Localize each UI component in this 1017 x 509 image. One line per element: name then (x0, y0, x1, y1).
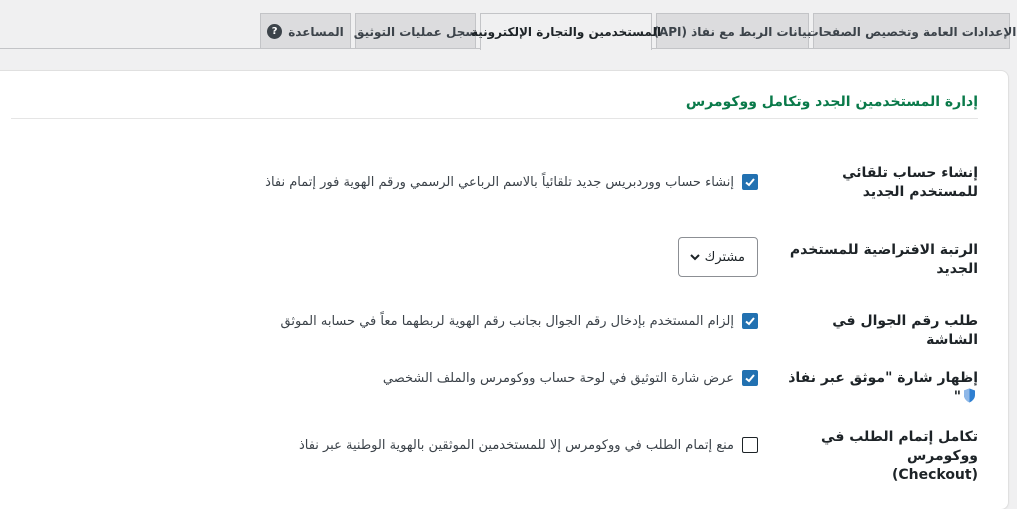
section-divider (11, 118, 978, 119)
require-phone-label: طلب رقم الجوال في الشاشة (832, 313, 978, 348)
check-icon (745, 374, 755, 383)
badge-field[interactable]: عرض شارة التوثيق في لوحة حساب ووكومرس وا… (383, 370, 758, 386)
checkout-label: تكامل إتمام الطلب في ووكومرس (Checkout) (788, 428, 978, 485)
checkout-checkbox-label: منع إتمام الطلب في ووكومرس إلا للمستخدمي… (298, 437, 734, 453)
help-icon: ? (267, 24, 283, 39)
tab-users-ecommerce[interactable]: المستخدمين والتجارة الإلكترونية (471, 13, 661, 50)
tab-api-settings[interactable]: بيانات الربط مع نفاذ (API) (653, 13, 812, 49)
default-role-select[interactable]: مشترك (678, 237, 758, 277)
require-phone-checkbox-label: إلزام المستخدم بإدخال رقم الجوال بجانب ر… (280, 313, 734, 329)
tab-label: الإعدادات العامة وتخصيص الصفحات (806, 24, 1017, 39)
tab-general-settings[interactable]: الإعدادات العامة وتخصيص الصفحات (807, 13, 1016, 49)
tab-label: المستخدمين والتجارة الإلكترونية (471, 25, 661, 39)
check-icon (745, 178, 755, 187)
checkout-label-line2: (Checkout) (891, 467, 978, 483)
chevron-down-icon (690, 254, 700, 261)
tab-label: المساعدة (288, 24, 344, 39)
tab-help[interactable]: المساعدة ? (260, 13, 351, 49)
badge-checkbox[interactable] (742, 370, 758, 386)
default-role-label: الرتبة الافتراضية للمستخدم الجديد (789, 242, 978, 277)
auto-create-checkbox[interactable] (742, 174, 758, 190)
shield-icon (964, 388, 975, 403)
checkout-label-line1: تكامل إتمام الطلب في ووكومرس (821, 429, 978, 464)
checkout-checkbox[interactable] (742, 437, 758, 453)
badge-label-text: إظهار شارة "موثق عبر نفاذ (788, 370, 978, 386)
tab-verification-log[interactable]: سجل عمليات التوثيق (353, 13, 478, 49)
default-role-value: مشترك (704, 249, 745, 265)
require-phone-checkbox[interactable] (742, 313, 758, 329)
badge-checkbox-label: عرض شارة التوثيق في لوحة حساب ووكومرس وا… (382, 370, 734, 386)
settings-tabs: الإعدادات العامة وتخصيص الصفحات بيانات ا… (0, 0, 1017, 50)
check-icon (745, 317, 755, 326)
tab-label: سجل عمليات التوثيق (353, 24, 478, 39)
auto-create-label: إنشاء حساب تلقائي للمستخدم الجديد (842, 165, 978, 200)
section-title: إدارة المستخدمين الجدد وتكامل ووكومرس (685, 94, 978, 110)
checkout-field[interactable]: منع إتمام الطلب في ووكومرس إلا للمستخدمي… (299, 437, 758, 453)
auto-create-checkbox-label: إنشاء حساب ووردبريس جديد تلقائياً بالاسم… (265, 174, 734, 190)
require-phone-field[interactable]: إلزام المستخدم بإدخال رقم الجوال بجانب ر… (280, 313, 758, 329)
badge-label-quote: " (953, 389, 961, 405)
badge-label: إظهار شارة "موثق عبر نفاذ " (778, 369, 978, 407)
settings-card: إدارة المستخدمين الجدد وتكامل ووكومرس إن… (0, 70, 1009, 509)
tab-label: بيانات الربط مع نفاذ (API) (653, 24, 812, 39)
auto-create-field[interactable]: إنشاء حساب ووردبريس جديد تلقائياً بالاسم… (265, 174, 758, 190)
